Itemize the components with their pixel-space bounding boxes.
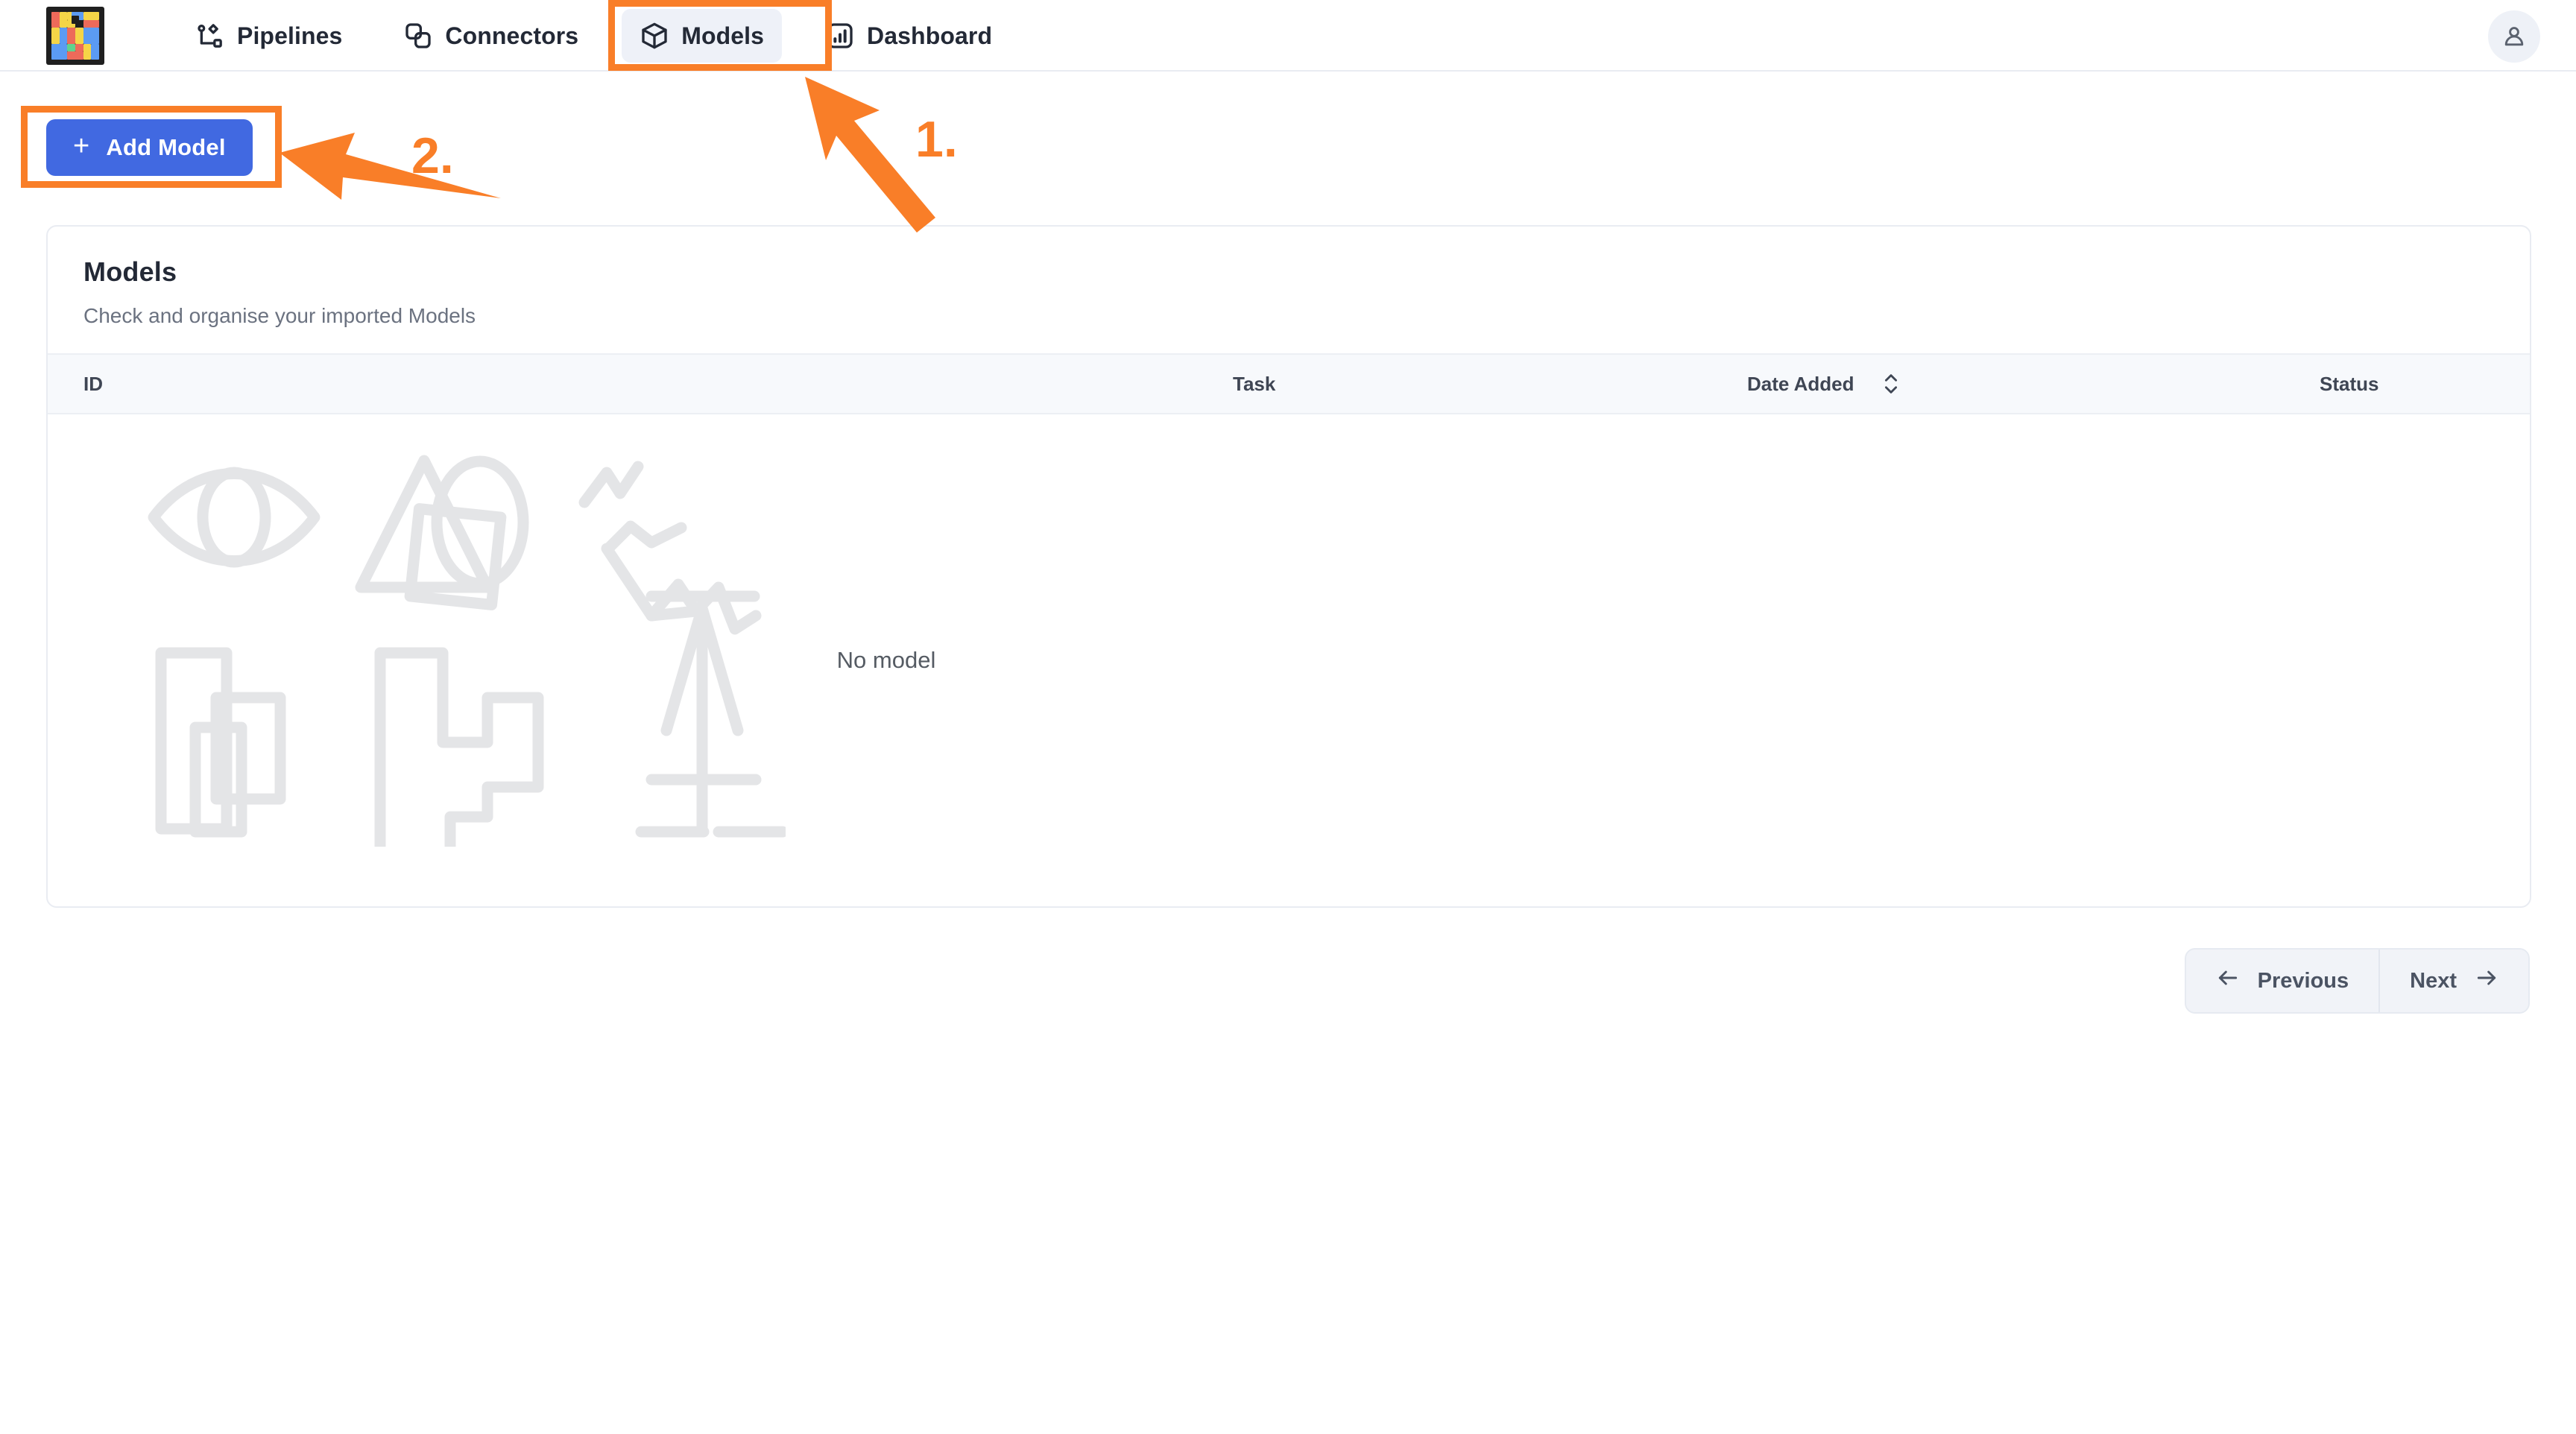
nav-item-connectors[interactable]: Connectors <box>385 9 596 63</box>
annotation-arrow-1 <box>805 77 935 233</box>
arrow-left-icon <box>2216 966 2240 996</box>
bar-chart-icon <box>825 21 855 51</box>
nav-label-connectors: Connectors <box>445 22 579 49</box>
next-page-label: Next <box>2410 968 2457 993</box>
previous-page-label: Previous <box>2257 968 2349 993</box>
nav-label-models: Models <box>681 22 765 49</box>
add-model-button[interactable]: + Add Model <box>46 119 253 176</box>
nav-label-dashboard: Dashboard <box>867 22 993 49</box>
table-body: No model <box>48 414 2530 906</box>
nav-item-pipelines[interactable]: Pipelines <box>177 9 360 63</box>
card-header: Models Check and organise your imported … <box>48 227 2530 353</box>
nav-item-models[interactable]: Models <box>622 9 783 63</box>
empty-state-message: No model <box>836 647 936 673</box>
nav-items: Pipelines Connectors Models Dashboard <box>177 0 1010 72</box>
pagination-controls: Previous Next <box>2184 948 2530 1014</box>
next-page-button[interactable]: Next <box>2378 950 2528 1012</box>
nav-label-pipelines: Pipelines <box>237 22 343 49</box>
models-card: Models Check and organise your imported … <box>46 225 2531 908</box>
pipeline-icon <box>195 21 225 51</box>
chevron-up-down-icon[interactable] <box>1881 371 1901 397</box>
column-header-id: ID <box>83 372 103 395</box>
connectors-icon <box>403 21 433 51</box>
column-header-date-added-label: Date Added <box>1747 372 1854 395</box>
annotation-step-2: 2. <box>411 127 454 184</box>
avatar[interactable] <box>2488 10 2540 63</box>
column-header-status: Status <box>2320 372 2379 395</box>
previous-page-button[interactable]: Previous <box>2185 950 2379 1012</box>
arrow-right-icon <box>2475 966 2498 996</box>
app-logo[interactable] <box>46 7 104 65</box>
page-title: Models <box>83 256 177 287</box>
top-navigation-bar: Pipelines Connectors Models Dashboard <box>0 0 2576 72</box>
table-header-row: ID Task Date Added Status <box>48 353 2530 414</box>
nav-item-dashboard[interactable]: Dashboard <box>807 9 1010 63</box>
column-header-task: Task <box>1233 372 1276 395</box>
cube-icon <box>640 21 669 51</box>
page-subtitle: Check and organise your imported Models <box>83 304 476 327</box>
column-header-date-added: Date Added <box>1747 371 2314 397</box>
plus-icon: + <box>73 130 90 162</box>
add-model-label: Add Model <box>106 134 226 160</box>
annotation-arrow-2 <box>280 133 501 200</box>
annotation-step-1: 1. <box>915 111 958 168</box>
user-icon <box>2504 27 2524 46</box>
